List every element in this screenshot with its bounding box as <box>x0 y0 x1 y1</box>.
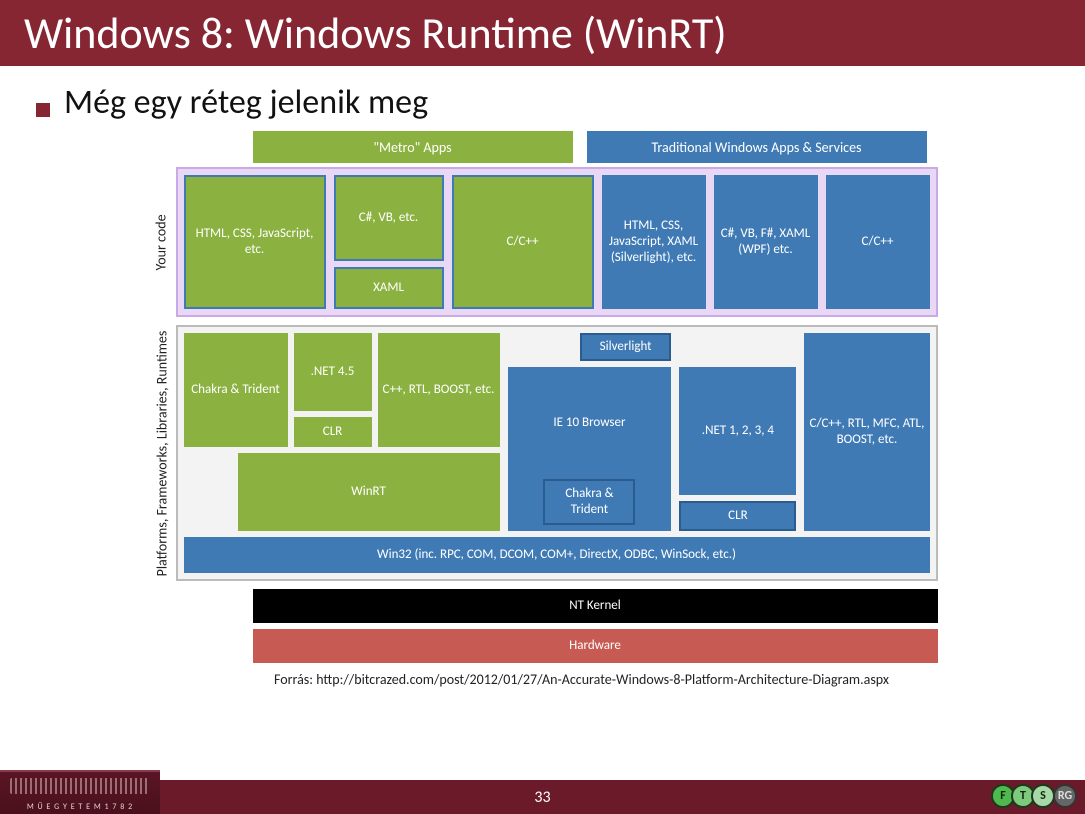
bullet-item: Még egy réteg jelenik meg <box>36 82 1055 123</box>
win32-box: Win32 (inc. RPC, COM, DCOM, COM+, Direct… <box>184 537 930 573</box>
metro-csharp-box: C#, VB, etc. <box>334 175 444 261</box>
hardware-box: Hardware <box>253 629 938 663</box>
your-code-label: Your code <box>148 167 176 317</box>
university-logo <box>0 770 160 814</box>
slide-footer: 33 F T S RG <box>0 780 1085 814</box>
page-number: 33 <box>534 788 550 807</box>
trad-cpp-box: C/C++ <box>826 175 930 309</box>
logo-rg: RG <box>1053 784 1077 808</box>
column-headers: "Metro" Apps Traditional Windows Apps & … <box>253 131 938 163</box>
nt-kernel-box: NT Kernel <box>253 589 938 623</box>
footer-logos: F T S RG <box>991 784 1077 808</box>
your-code-traditional: HTML, CSS, JavaScript, XAML (Silverlight… <box>602 175 930 309</box>
metro-runtimes: Chakra & Trident .NET 4.5 CLR C++, RTL, … <box>184 333 500 531</box>
metro-cpp-box: C/C++ <box>452 175 594 309</box>
metro-xaml-box: XAML <box>334 267 444 309</box>
bullet-icon <box>36 103 50 117</box>
ie-chakra-box: Chakra & Trident <box>543 479 635 525</box>
winrt-box: WinRT <box>238 453 500 531</box>
chakra-trident-box: Chakra & Trident <box>184 333 288 447</box>
metro-apps-header: "Metro" Apps <box>253 131 573 163</box>
traditional-apps-header: Traditional Windows Apps & Services <box>587 131 927 163</box>
cpp-rtl-box: C++, RTL, BOOST, etc. <box>378 333 500 447</box>
slide-body: Még egy réteg jelenik meg "Metro" Apps T… <box>0 66 1085 780</box>
runtimes-top: Chakra & Trident .NET 4.5 CLR C++, RTL, … <box>184 333 930 531</box>
trad-html-box: HTML, CSS, JavaScript, XAML (Silverlight… <box>602 175 706 309</box>
your-code-metro: HTML, CSS, JavaScript, etc. C#, VB, etc.… <box>184 175 594 309</box>
slide-title: Windows 8: Windows Runtime (WinRT) <box>0 0 1085 66</box>
ie10-label: IE 10 Browser <box>553 415 625 431</box>
runtimes-panel: Platforms, Frameworks, Libraries, Runtim… <box>148 325 938 581</box>
net45-box: .NET 4.5 <box>294 333 372 411</box>
runtimes-label: Platforms, Frameworks, Libraries, Runtim… <box>148 325 176 581</box>
silverlight-box: Silverlight <box>580 333 672 361</box>
architecture-diagram: "Metro" Apps Traditional Windows Apps & … <box>30 131 1055 669</box>
logo-s: S <box>1031 784 1055 808</box>
ie10-browser-box: IE 10 Browser Chakra & Trident <box>508 367 672 531</box>
trad-clr-box: CLR <box>679 501 796 531</box>
source-citation: Forrás: http://bitcrazed.com/post/2012/0… <box>274 671 1055 688</box>
bullet-text: Még egy réteg jelenik meg <box>64 82 428 123</box>
traditional-runtimes: Silverlight IE 10 Browser Chakra & Tride… <box>508 333 930 531</box>
native-libs-box: C/C++, RTL, MFC, ATL, BOOST, etc. <box>804 333 929 531</box>
slide: Windows 8: Windows Runtime (WinRT) Még e… <box>0 0 1085 814</box>
metro-clr-box: CLR <box>294 417 372 447</box>
net1234-box: .NET 1, 2, 3, 4 <box>679 367 796 495</box>
metro-html-box: HTML, CSS, JavaScript, etc. <box>184 175 326 309</box>
trad-csharp-box: C#, VB, F#, XAML (WPF) etc. <box>714 175 818 309</box>
your-code-panel: Your code HTML, CSS, JavaScript, etc. C#… <box>148 167 938 317</box>
